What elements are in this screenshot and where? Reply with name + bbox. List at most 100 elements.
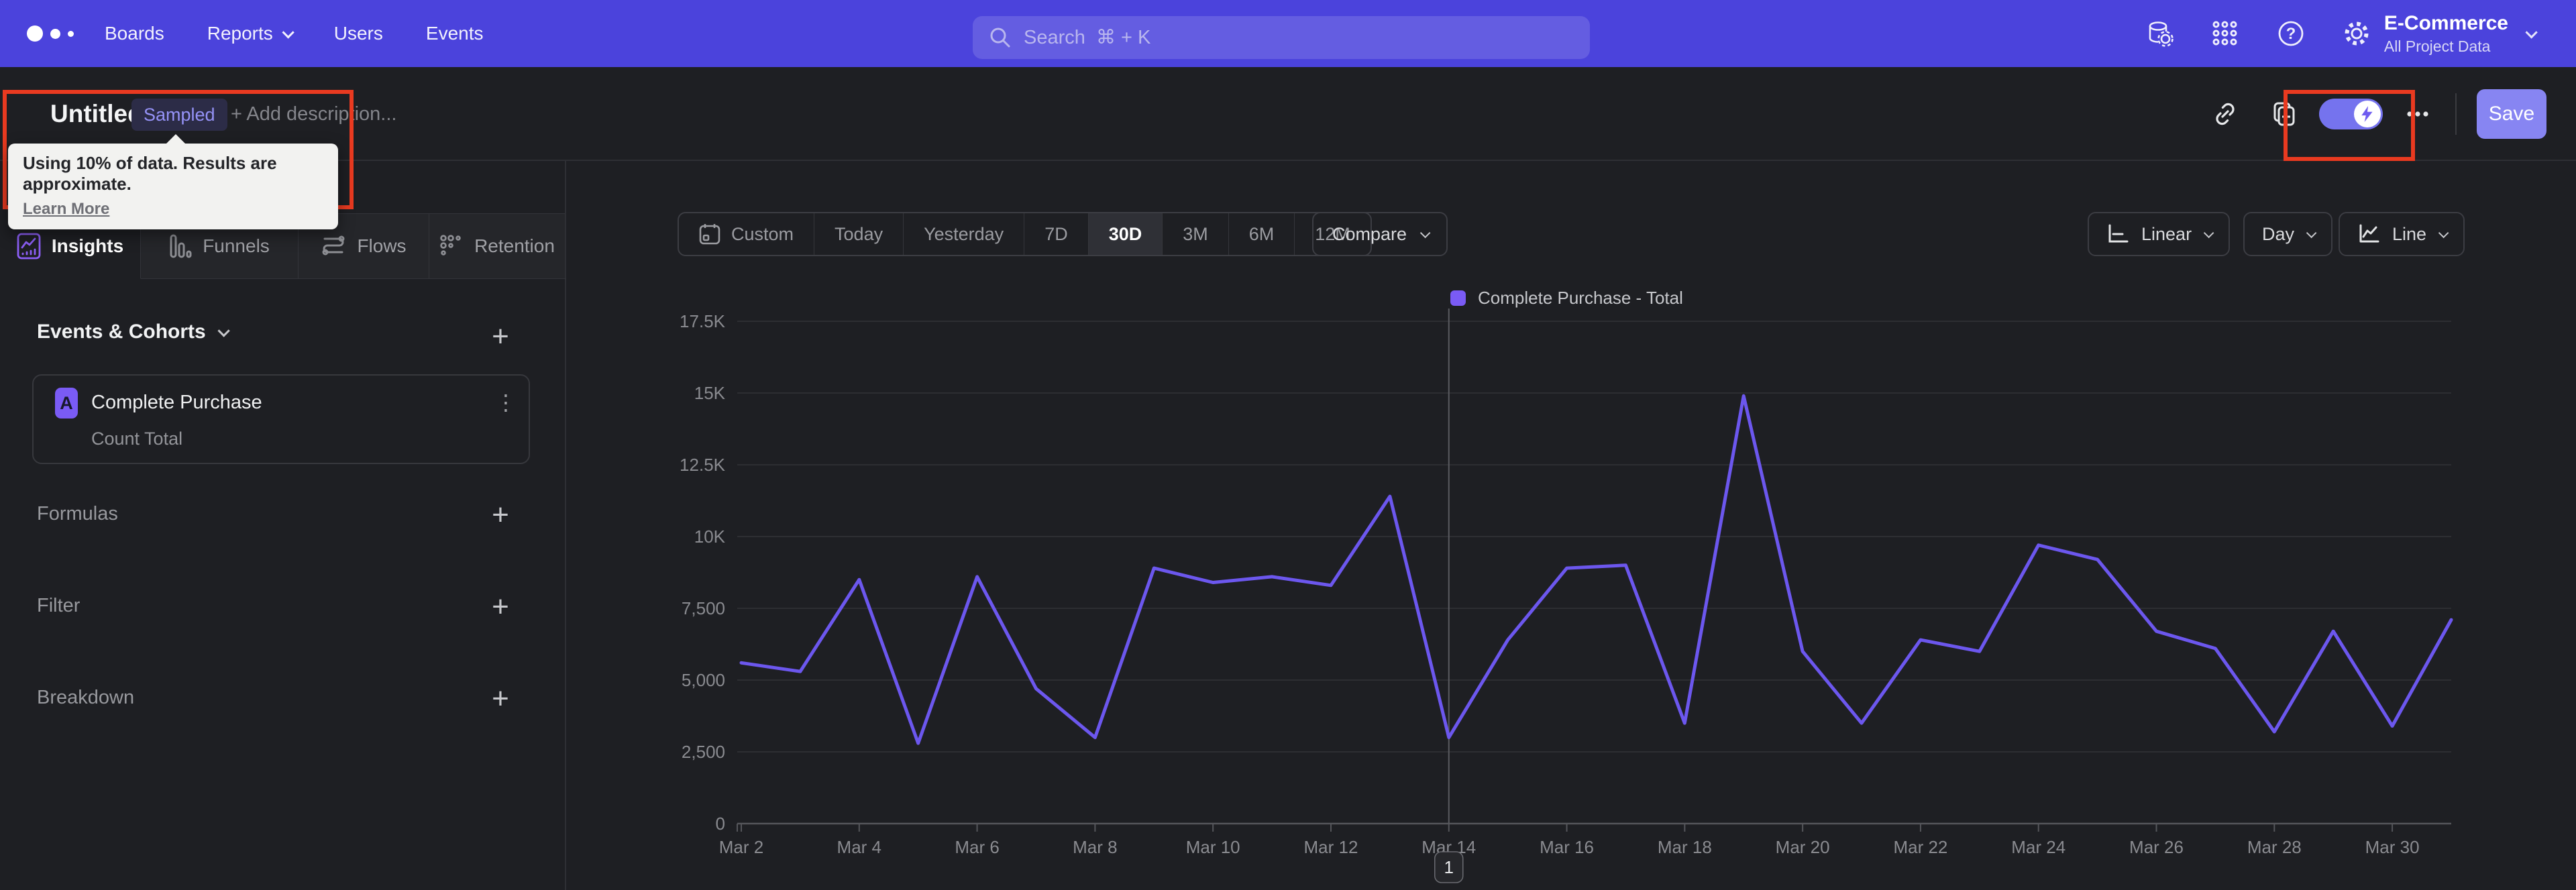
chart-type-dropdown[interactable]: Line bbox=[2339, 212, 2465, 256]
nav-item-events[interactable]: Events bbox=[426, 23, 484, 44]
line-chart-icon bbox=[2359, 224, 2379, 243]
sampling-toggle[interactable] bbox=[2319, 99, 2383, 129]
app-root: Boards Reports Users Events ? E- bbox=[0, 0, 2576, 890]
nav-item-label: Reports bbox=[207, 23, 273, 44]
tooltip-text: Using 10% of data. Results are approxima… bbox=[23, 153, 277, 194]
search-icon bbox=[990, 27, 1010, 48]
chevron-down-icon bbox=[2306, 227, 2317, 238]
svg-text:12.5K: 12.5K bbox=[680, 455, 726, 475]
event-row-card[interactable]: A Complete Purchase ⋮ Count Total bbox=[32, 374, 530, 464]
svg-text:Mar 24: Mar 24 bbox=[2011, 837, 2065, 857]
breakdown-section-label: Breakdown bbox=[37, 687, 135, 708]
events-cohorts-header[interactable]: Events & Cohorts bbox=[37, 321, 230, 343]
svg-text:Mar 12: Mar 12 bbox=[1304, 837, 1358, 857]
range-7d[interactable]: 7D bbox=[1024, 213, 1089, 255]
event-name[interactable]: Complete Purchase bbox=[91, 385, 262, 420]
project-name: E-Commerce bbox=[2383, 11, 2508, 34]
add-breakdown-button[interactable]: + bbox=[484, 682, 517, 715]
svg-text:Mar 8: Mar 8 bbox=[1073, 837, 1117, 857]
range-label: Custom bbox=[731, 223, 794, 244]
svg-text:Mar 16: Mar 16 bbox=[1540, 837, 1594, 857]
svg-text:5,000: 5,000 bbox=[682, 670, 725, 690]
tooltip-caret bbox=[165, 134, 186, 145]
svg-text:Mar 4: Mar 4 bbox=[837, 837, 881, 857]
range-30d[interactable]: 30D bbox=[1088, 213, 1163, 255]
apps-grid-icon[interactable] bbox=[2210, 18, 2241, 49]
flows-icon bbox=[322, 235, 345, 256]
add-filter-button[interactable]: + bbox=[484, 590, 517, 623]
chevron-down-icon bbox=[282, 25, 294, 39]
data-management-icon[interactable] bbox=[2144, 18, 2175, 49]
svg-text:Mar 6: Mar 6 bbox=[955, 837, 999, 857]
calendar-icon bbox=[699, 224, 720, 245]
interval-dropdown[interactable]: Day bbox=[2243, 212, 2333, 256]
tab-label: Flows bbox=[357, 235, 407, 256]
nav-links: Boards Reports Users Events bbox=[105, 0, 484, 67]
copy-to-board-icon[interactable] bbox=[2267, 97, 2302, 131]
svg-text:Mar 30: Mar 30 bbox=[2365, 837, 2420, 857]
chevron-down-icon bbox=[1419, 227, 1431, 238]
tab-label: Funnels bbox=[203, 235, 270, 256]
nav-item-users[interactable]: Users bbox=[334, 23, 383, 44]
tab-label: Retention bbox=[474, 235, 555, 256]
range-custom[interactable]: Custom bbox=[679, 213, 815, 255]
project-selector[interactable]: E-Commerce All Project Data bbox=[2383, 0, 2538, 67]
event-menu-icon[interactable]: ⋮ bbox=[492, 386, 519, 419]
range-6m[interactable]: 6M bbox=[1229, 213, 1295, 255]
event-metric[interactable]: Count Total bbox=[91, 424, 182, 453]
annotation-marker[interactable]: 1 bbox=[1434, 309, 1464, 883]
help-icon[interactable]: ? bbox=[2275, 18, 2306, 49]
scale-dropdown[interactable]: Linear bbox=[2088, 212, 2231, 256]
save-button[interactable]: Save bbox=[2477, 89, 2546, 139]
nav-item-reports[interactable]: Reports bbox=[207, 23, 294, 44]
range-today[interactable]: Today bbox=[814, 213, 904, 255]
search-input[interactable] bbox=[1024, 26, 1574, 49]
more-menu-icon[interactable] bbox=[2400, 97, 2435, 131]
svg-text:17.5K: 17.5K bbox=[680, 311, 726, 331]
line-chart[interactable]: 17.5K 15K 12.5K 10K 7,500 5,000 2,500 0 Mar 2 Mar… bbox=[566, 282, 2576, 890]
event-series-badge: A bbox=[55, 388, 78, 419]
compare-label: Compare bbox=[1332, 223, 1407, 244]
chevron-down-icon bbox=[2203, 227, 2214, 238]
learn-more-link[interactable]: Learn More bbox=[23, 200, 109, 219]
divider bbox=[2455, 93, 2457, 135]
copy-link-icon[interactable] bbox=[2208, 97, 2243, 131]
svg-text:Mar 18: Mar 18 bbox=[1658, 837, 1712, 857]
range-yesterday[interactable]: Yesterday bbox=[904, 213, 1025, 255]
chevron-down-icon bbox=[2438, 227, 2449, 238]
tab-label: Insights bbox=[51, 235, 124, 256]
add-formula-button[interactable]: + bbox=[484, 498, 517, 531]
svg-text:10K: 10K bbox=[694, 526, 726, 547]
tab-retention[interactable]: Retention bbox=[429, 213, 565, 278]
svg-text:?: ? bbox=[2286, 25, 2296, 43]
chart-type-label: Line bbox=[2392, 223, 2427, 244]
svg-text:15K: 15K bbox=[694, 383, 726, 403]
svg-text:7,500: 7,500 bbox=[682, 598, 725, 618]
events-cohorts-label: Events & Cohorts bbox=[37, 321, 206, 343]
top-nav: Boards Reports Users Events ? E- bbox=[0, 0, 2576, 67]
x-axis-labels: Mar 2 Mar 4 Mar 6 Mar 8 Mar 10 Mar 12 Mar 14 Ma… bbox=[719, 824, 2420, 857]
chevron-down-icon bbox=[2525, 25, 2538, 39]
header-actions: Save bbox=[2208, 67, 2546, 161]
series-complete-purchase-total[interactable] bbox=[739, 394, 2453, 745]
sampled-badge[interactable]: Sampled bbox=[131, 99, 227, 131]
sampling-tooltip: Using 10% of data. Results are approxima… bbox=[8, 134, 338, 229]
svg-text:Mar 26: Mar 26 bbox=[2129, 837, 2184, 857]
add-event-button[interactable]: + bbox=[484, 320, 517, 353]
lightning-bolt-icon bbox=[2361, 106, 2373, 122]
search-bar[interactable] bbox=[973, 16, 1590, 59]
mixpanel-logo-icon[interactable] bbox=[27, 0, 74, 67]
svg-text:Mar 20: Mar 20 bbox=[1776, 837, 1830, 857]
filter-section-label: Filter bbox=[37, 595, 80, 616]
svg-text:Mar 28: Mar 28 bbox=[2247, 837, 2302, 857]
nav-icon-group: ? bbox=[2144, 0, 2372, 67]
date-range-segmented-control: Custom Today Yesterday 7D 30D 3M 6M 12M bbox=[678, 212, 1372, 256]
settings-gear-icon[interactable] bbox=[2341, 18, 2372, 49]
insights-icon bbox=[17, 233, 41, 259]
formulas-section-label: Formulas bbox=[37, 503, 118, 524]
nav-item-boards[interactable]: Boards bbox=[105, 23, 164, 44]
svg-text:2,500: 2,500 bbox=[682, 742, 725, 762]
retention-icon bbox=[440, 235, 461, 256]
range-3m[interactable]: 3M bbox=[1163, 213, 1229, 255]
compare-button[interactable]: Compare bbox=[1312, 212, 1448, 256]
